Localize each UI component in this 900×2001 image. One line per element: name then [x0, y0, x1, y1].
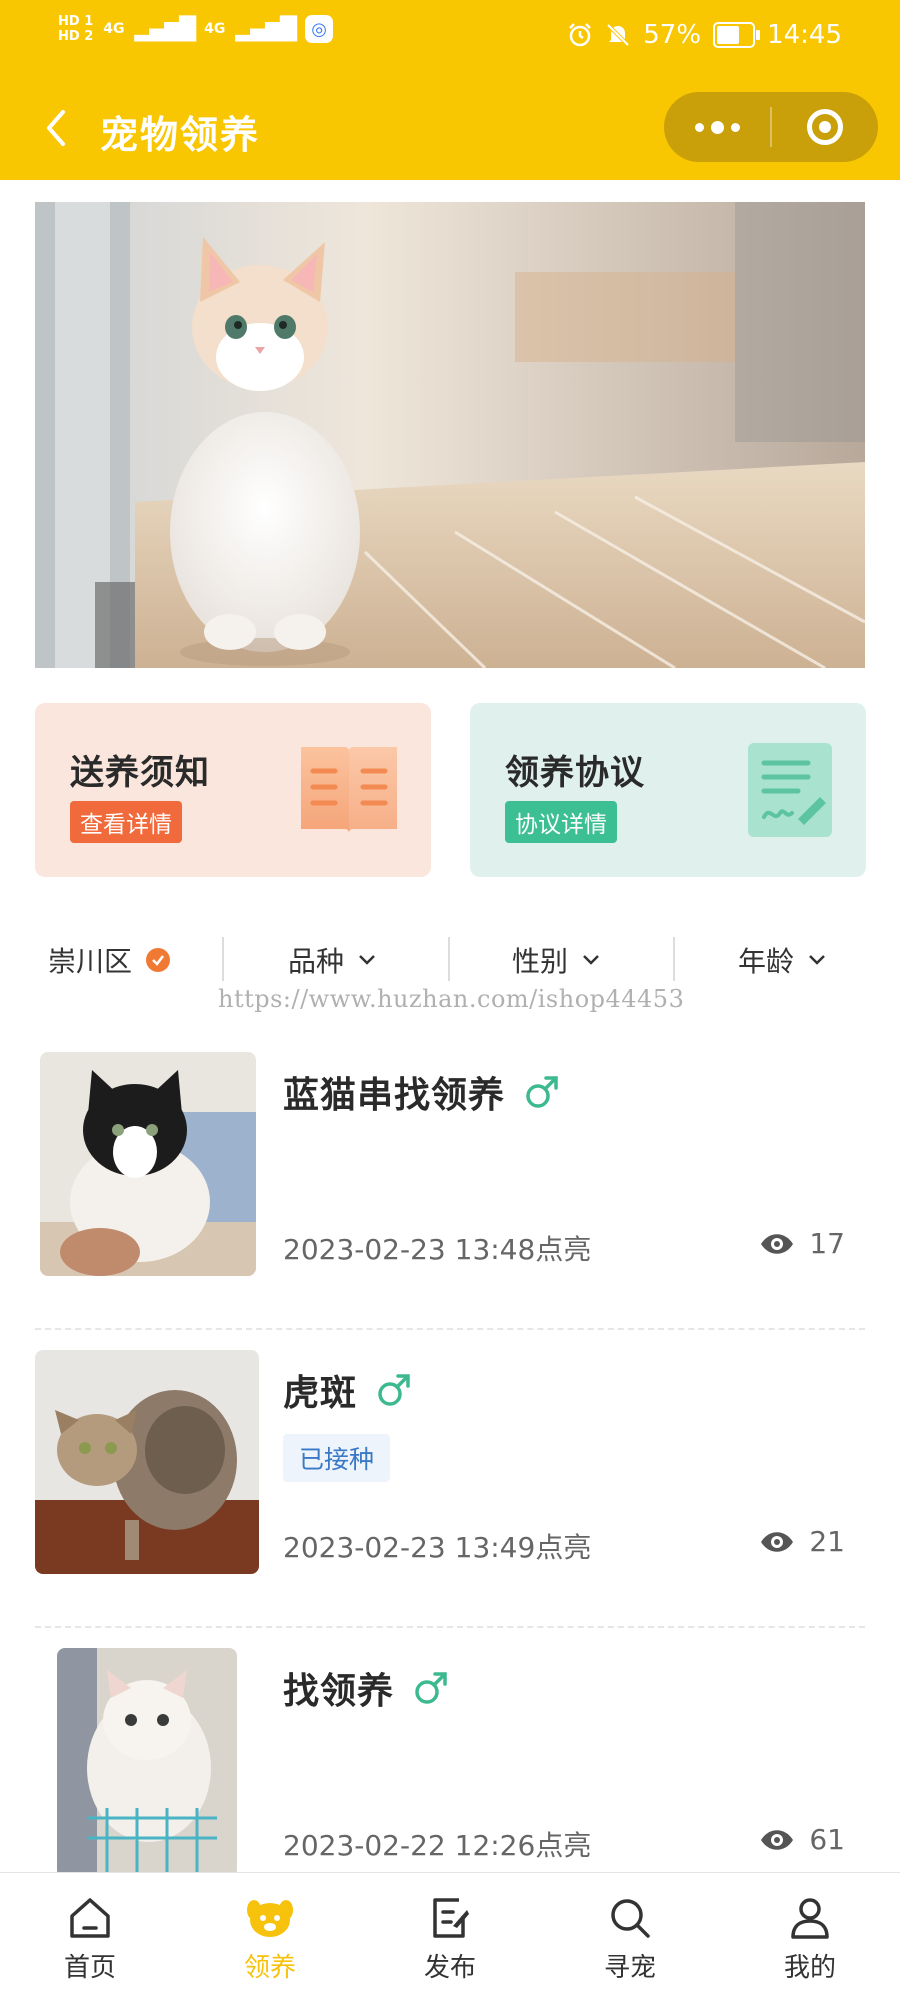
more-dot	[710, 120, 724, 134]
card-title: 领养协议	[505, 753, 645, 793]
status-left: HD 1 HD 2 4G ▂▄▆█ 4G ▂▄▆█ ◎	[58, 14, 334, 44]
tab-publish[interactable]: 发布	[360, 1873, 540, 2001]
app-notification-icon: ◎	[305, 15, 334, 43]
signal-icon: ▂▄▆█	[235, 16, 297, 42]
pet-name: 蓝猫串找领养	[283, 1066, 559, 1118]
male-icon	[415, 1672, 447, 1704]
filter-divider	[448, 937, 450, 981]
tab-label: 领养	[243, 1953, 296, 1983]
view-count: 61	[759, 1823, 845, 1856]
book-icon	[301, 747, 397, 833]
list-item[interactable]: 虎斑 已接种 2023-02-23 13:49点亮 21	[35, 1330, 865, 1628]
filter-age[interactable]: 年龄	[738, 925, 826, 995]
home-icon	[70, 1898, 110, 1938]
view-count-value: 21	[809, 1525, 845, 1558]
nav-bar: 宠物领养	[0, 80, 900, 180]
eye-icon	[761, 1829, 794, 1850]
filter-divider	[673, 937, 675, 981]
kitten-photo	[35, 202, 865, 668]
card-title: 送养须知	[70, 753, 210, 793]
pet-name-text: 找领养	[283, 1671, 395, 1712]
tab-label: 发布	[423, 1953, 476, 1983]
document-sign-icon	[748, 743, 832, 837]
bottom-tab-bar: 首页 领养 发布 寻宠 我的	[0, 1872, 900, 2001]
check-badge-icon	[146, 948, 171, 972]
view-count-value: 17	[809, 1227, 845, 1260]
battery-icon	[713, 22, 761, 48]
tab-home[interactable]: 首页	[0, 1873, 180, 2001]
male-icon	[526, 1076, 558, 1108]
page-title: 宠物领养	[100, 113, 261, 157]
status-bar: HD 1 HD 2 4G ▂▄▆█ 4G ▂▄▆█ ◎ 57% 14:45	[0, 0, 900, 80]
hd-indicator: HD 1 HD 2	[58, 14, 93, 44]
adoption-agreement-card[interactable]: 领养协议 协议详情	[470, 703, 866, 877]
filter-label: 品种	[288, 945, 345, 978]
view-count-value: 61	[809, 1823, 845, 1856]
publish-time: 2023-02-23 13:48点亮	[283, 1233, 592, 1266]
pet-face-icon	[247, 1900, 293, 1937]
pet-thumbnail	[57, 1648, 237, 1878]
male-icon	[378, 1374, 410, 1406]
user-icon	[791, 1898, 829, 1939]
hd-bottom: HD 2	[58, 29, 94, 44]
vaccinated-tag: 已接种	[283, 1434, 391, 1482]
filter-label: 性别	[512, 945, 569, 978]
publish-time: 2023-02-23 13:49点亮	[283, 1531, 592, 1564]
tab-find-pet[interactable]: 寻宠	[540, 1873, 720, 2001]
alarm-icon	[569, 23, 592, 47]
more-dot	[694, 122, 704, 132]
edit-icon	[433, 1898, 469, 1938]
target-icon	[807, 109, 843, 145]
pet-name-text: 蓝猫串找领养	[283, 1075, 506, 1116]
network-type-1: 4G	[103, 21, 125, 37]
pet-name: 找领养	[283, 1662, 448, 1714]
battery-percent: 57%	[643, 20, 702, 50]
pet-name: 虎斑	[283, 1364, 411, 1416]
close-miniprogram-button[interactable]	[772, 92, 878, 162]
filter-divider	[222, 937, 224, 981]
watermark-text: https://www.huzhan.com/ishop44453	[218, 985, 685, 1013]
signal-icon: ▂▄▆█	[134, 16, 196, 42]
tab-mine[interactable]: 我的	[720, 1873, 900, 2001]
filter-label: 崇川区	[48, 945, 133, 978]
eye-icon	[761, 1531, 794, 1552]
adoption-notice-card[interactable]: 送养须知 查看详情	[35, 703, 431, 877]
more-dot	[730, 122, 740, 132]
search-icon	[611, 1899, 650, 1938]
filter-district[interactable]: 崇川区	[48, 925, 171, 995]
tab-label: 寻宠	[603, 1953, 656, 1983]
chevron-down-icon	[359, 955, 375, 965]
agreement-details-tag[interactable]: 协议详情	[505, 801, 617, 843]
view-count: 17	[759, 1227, 845, 1260]
mute-bell-icon	[606, 23, 630, 47]
back-button[interactable]	[30, 102, 82, 154]
tab-adopt[interactable]: 领养	[180, 1873, 360, 2001]
hd-top: HD 1	[58, 14, 94, 29]
chevron-down-icon	[583, 955, 599, 965]
miniprogram-capsule	[664, 92, 878, 162]
tab-label: 首页	[63, 1953, 116, 1983]
status-time: 14:45	[767, 20, 842, 50]
filter-label: 年龄	[738, 945, 795, 978]
list-item[interactable]: 蓝猫串找领养 2023-02-23 13:48点亮 17	[35, 1032, 865, 1330]
more-button[interactable]	[664, 92, 770, 162]
chevron-down-icon	[809, 955, 825, 965]
chevron-left-icon	[47, 110, 65, 146]
view-details-tag[interactable]: 查看详情	[70, 801, 182, 843]
view-count: 21	[759, 1525, 845, 1558]
pet-thumbnail	[40, 1052, 256, 1276]
status-right: 57% 14:45	[567, 20, 842, 50]
eye-icon	[761, 1233, 794, 1254]
pet-name-text: 虎斑	[283, 1373, 358, 1414]
pet-thumbnail	[35, 1350, 259, 1574]
network-type-2: 4G	[204, 21, 226, 37]
publish-time: 2023-02-22 12:26点亮	[283, 1829, 592, 1862]
banner-image[interactable]	[35, 202, 865, 668]
tab-label: 我的	[783, 1953, 836, 1983]
